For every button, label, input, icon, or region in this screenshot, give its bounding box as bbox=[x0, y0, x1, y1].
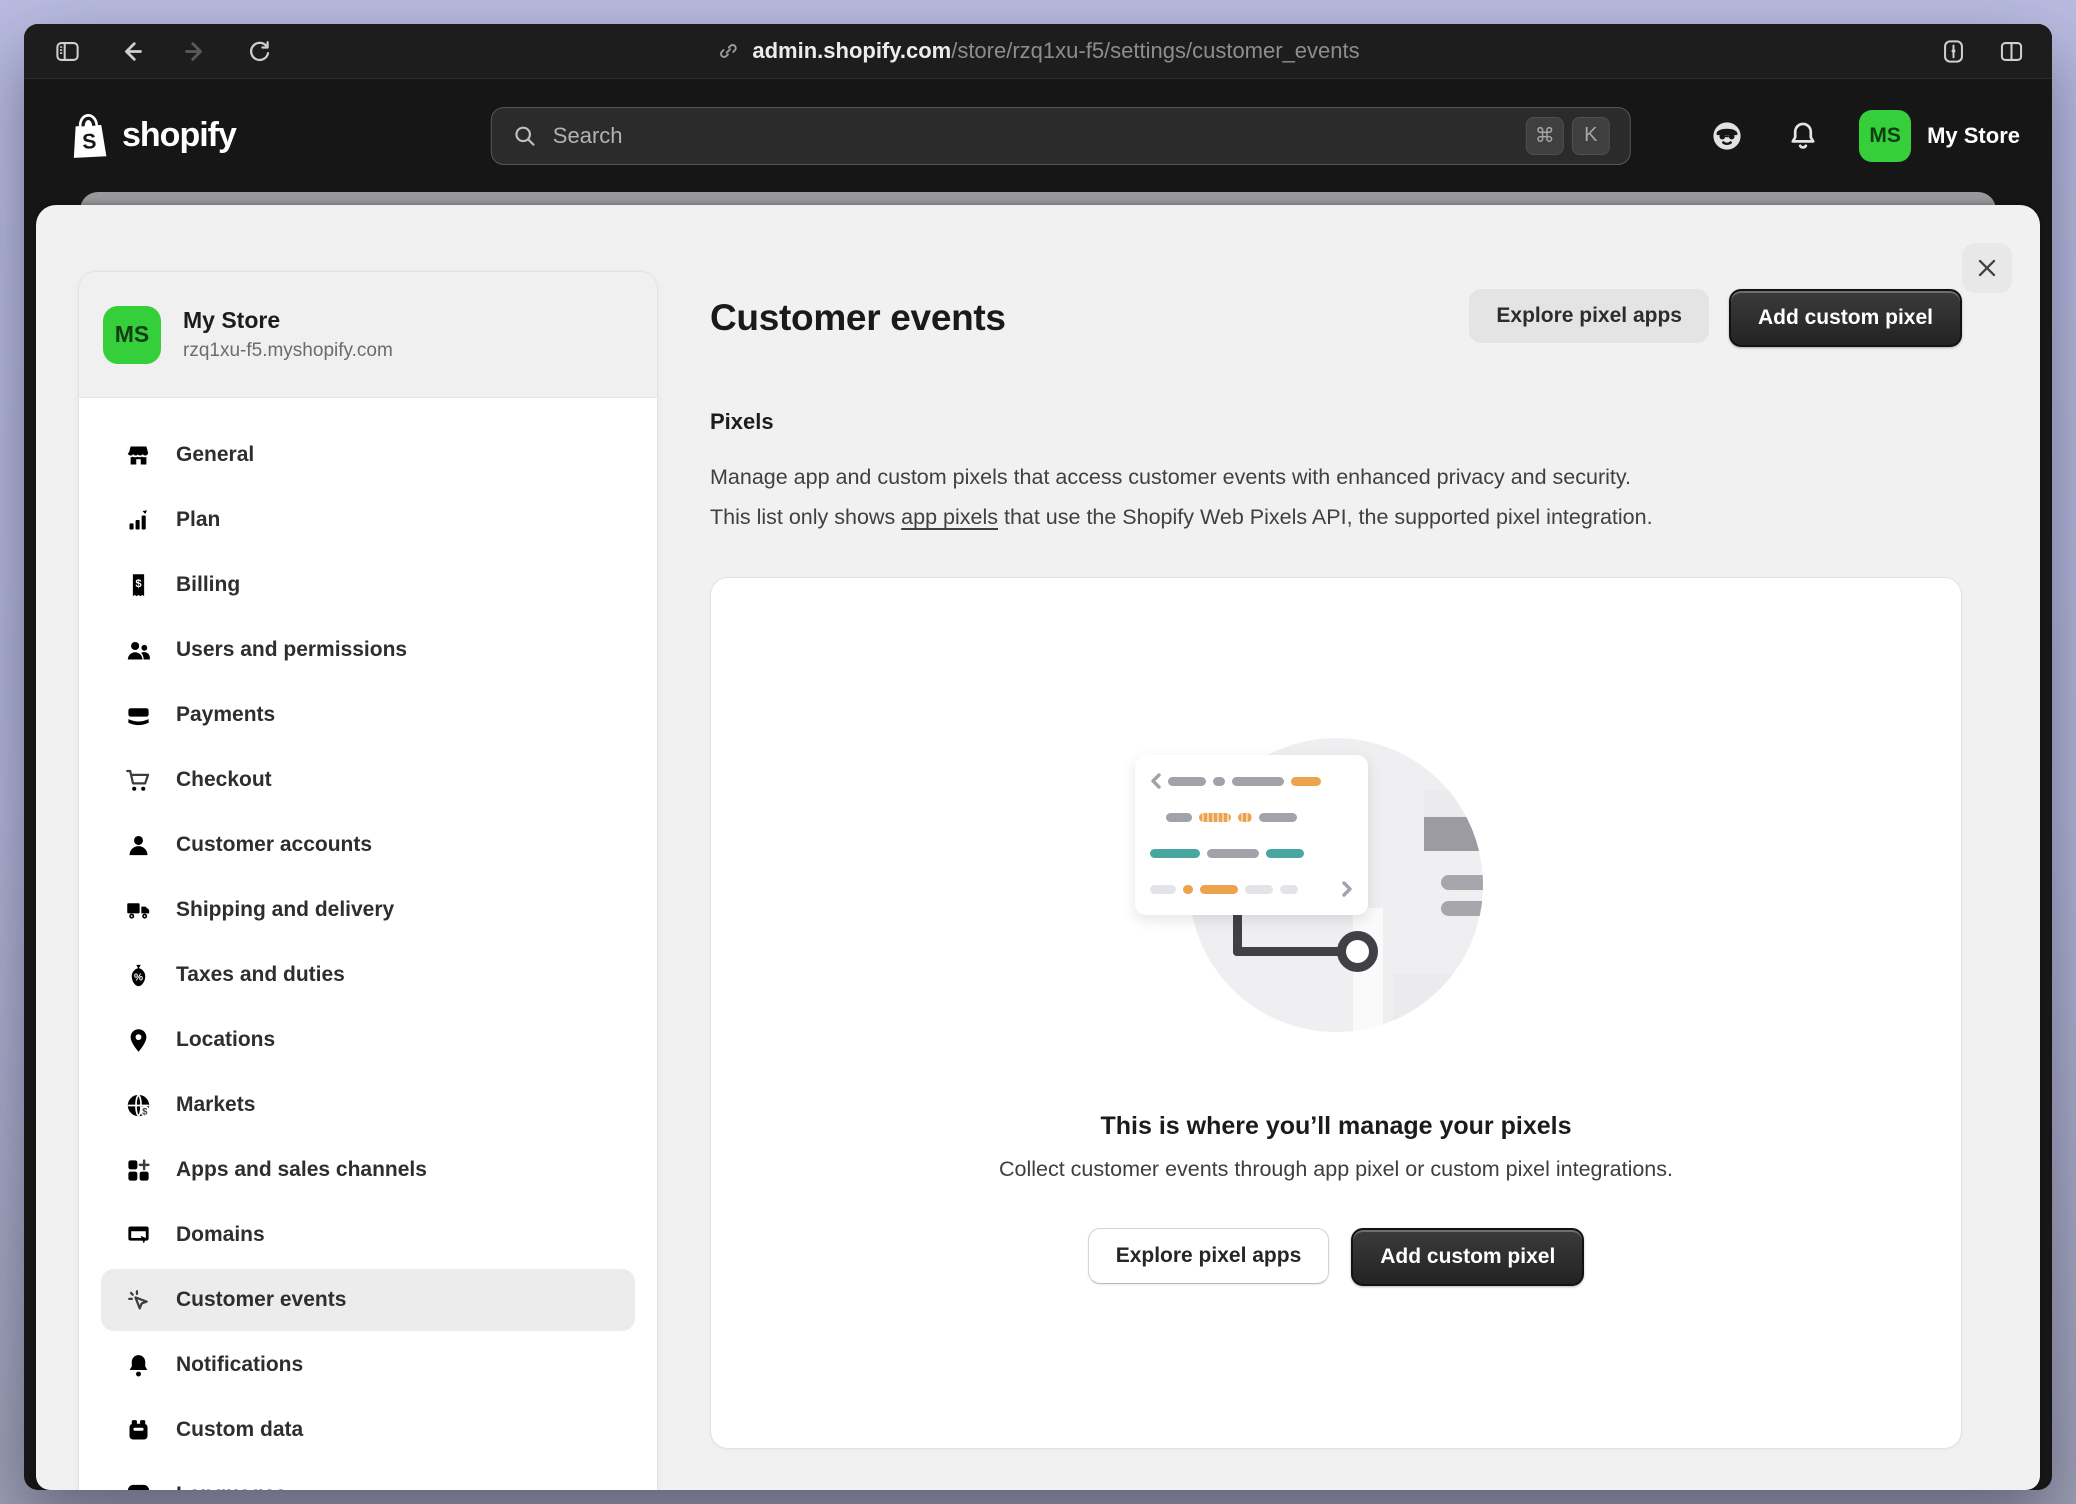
cart-icon bbox=[125, 767, 152, 794]
languages-icon bbox=[125, 1482, 152, 1491]
search-icon bbox=[512, 123, 538, 149]
domains-icon bbox=[125, 1222, 152, 1249]
bell-icon bbox=[1786, 119, 1820, 153]
sidebar-item-shipping-and-delivery[interactable]: Shipping and delivery bbox=[101, 879, 635, 941]
url-path: /store/rzq1xu-f5/settings/customer_event… bbox=[951, 38, 1359, 63]
search-input[interactable]: Search ⌘ K bbox=[491, 107, 1631, 165]
description-line-2-suffix: that use the Shopify Web Pixels API, the… bbox=[998, 505, 1653, 529]
url-host: admin.shopify.com bbox=[752, 38, 951, 63]
users-icon bbox=[125, 637, 152, 664]
explore-pixel-apps-button[interactable]: Explore pixel apps bbox=[1469, 289, 1709, 343]
sidebar-item-payments[interactable]: Payments bbox=[101, 684, 635, 746]
location-icon bbox=[125, 1027, 152, 1054]
chevron-left-icon bbox=[1150, 773, 1161, 789]
back-button[interactable] bbox=[114, 34, 148, 68]
bell-icon bbox=[125, 1352, 152, 1379]
globe-icon bbox=[125, 1092, 152, 1119]
plan-icon bbox=[125, 507, 152, 534]
back-arrow-icon bbox=[118, 38, 145, 65]
admin-header: shopify Search ⌘ K MS My Store bbox=[24, 78, 2052, 192]
store-icon bbox=[125, 442, 152, 469]
sidebar-item-customer-accounts[interactable]: Customer accounts bbox=[101, 814, 635, 876]
sidebar-item-general[interactable]: General bbox=[101, 424, 635, 486]
sidebar-item-markets[interactable]: Markets bbox=[101, 1074, 635, 1136]
cmd-keycap: ⌘ bbox=[1526, 117, 1564, 155]
sidebar-item-languages[interactable]: Languages bbox=[101, 1464, 635, 1490]
sidebar-item-checkout[interactable]: Checkout bbox=[101, 749, 635, 811]
sidebar-item-custom-data[interactable]: Custom data bbox=[101, 1399, 635, 1461]
shopify-logo[interactable]: shopify bbox=[66, 111, 236, 161]
search-shortcut: ⌘ K bbox=[1526, 117, 1610, 155]
payments-icon bbox=[125, 702, 152, 729]
empty-state-subtext: Collect customer events through app pixe… bbox=[999, 1157, 1673, 1182]
split-view-button[interactable] bbox=[1994, 34, 2028, 68]
pixels-description: Manage app and custom pixels that access… bbox=[710, 457, 1962, 537]
page-settings-icon bbox=[1940, 38, 1967, 65]
browser-window: admin.shopify.com/store/rzq1xu-f5/settin… bbox=[24, 24, 2052, 1490]
pixels-section-heading: Pixels bbox=[710, 409, 1962, 435]
sidebar-store-card: MS My Store rzq1xu-f5.myshopify.com bbox=[79, 272, 657, 398]
settings-modal: MS My Store rzq1xu-f5.myshopify.com Gene… bbox=[36, 205, 2040, 1490]
chevron-right-icon bbox=[1342, 881, 1353, 897]
sidebar-item-notifications[interactable]: Notifications bbox=[101, 1334, 635, 1396]
truck-icon bbox=[125, 897, 152, 924]
description-line-1: Manage app and custom pixels that access… bbox=[710, 465, 1631, 489]
sidebar-item-domains[interactable]: Domains bbox=[101, 1204, 635, 1266]
browser-toolbar: admin.shopify.com/store/rzq1xu-f5/settin… bbox=[24, 24, 2052, 78]
close-icon bbox=[1974, 255, 2000, 281]
k-keycap: K bbox=[1572, 117, 1610, 155]
reload-icon bbox=[246, 38, 273, 65]
sidebar-nav-list: General Plan Billing Users and permissio… bbox=[79, 398, 657, 1490]
app-pixels-link[interactable]: app pixels bbox=[901, 505, 998, 529]
shopify-wordmark: shopify bbox=[122, 116, 236, 155]
customer-events-page: Customer events Explore pixel apps Add c… bbox=[710, 289, 1962, 1449]
sidebar-item-customer-events[interactable]: Customer events bbox=[101, 1269, 635, 1331]
store-menu[interactable]: MS My Store bbox=[1859, 110, 2020, 162]
store-avatar: MS bbox=[1859, 110, 1911, 162]
custom-data-icon bbox=[125, 1417, 152, 1444]
explore-pixel-apps-button-empty[interactable]: Explore pixel apps bbox=[1088, 1228, 1330, 1284]
close-button[interactable] bbox=[1962, 243, 2012, 293]
pixels-empty-state-card: This is where you’ll manage your pixels … bbox=[710, 577, 1962, 1449]
add-custom-pixel-button-empty[interactable]: Add custom pixel bbox=[1351, 1228, 1584, 1286]
forward-button[interactable] bbox=[178, 34, 212, 68]
sidekick-icon bbox=[1710, 119, 1744, 153]
code-snippet-card bbox=[1135, 755, 1368, 915]
pixels-empty-illustration bbox=[1106, 738, 1566, 1038]
settings-sidebar: MS My Store rzq1xu-f5.myshopify.com Gene… bbox=[78, 271, 658, 1490]
description-line-2: This list only shows bbox=[710, 505, 901, 529]
split-view-icon bbox=[1998, 38, 2025, 65]
sidebar-toggle-icon bbox=[54, 38, 81, 65]
empty-state-heading: This is where you’ll manage your pixels bbox=[1101, 1112, 1572, 1141]
person-icon bbox=[125, 832, 152, 859]
sidekick-button[interactable] bbox=[1707, 116, 1747, 156]
apps-icon bbox=[125, 1157, 152, 1184]
store-menu-label: My Store bbox=[1927, 123, 2020, 149]
sidebar-item-locations[interactable]: Locations bbox=[101, 1009, 635, 1071]
sidebar-item-billing[interactable]: Billing bbox=[101, 554, 635, 616]
store-domain: rzq1xu-f5.myshopify.com bbox=[183, 340, 393, 362]
page-settings-button[interactable] bbox=[1936, 34, 1970, 68]
address-bar[interactable]: admin.shopify.com/store/rzq1xu-f5/settin… bbox=[716, 38, 1359, 64]
notifications-button[interactable] bbox=[1783, 116, 1823, 156]
link-icon bbox=[716, 39, 740, 63]
search-placeholder: Search bbox=[553, 123, 623, 149]
forward-arrow-icon bbox=[182, 38, 209, 65]
sidebar-item-taxes-and-duties[interactable]: Taxes and duties bbox=[101, 944, 635, 1006]
billing-icon bbox=[125, 572, 152, 599]
sidebar-item-users-and-permissions[interactable]: Users and permissions bbox=[101, 619, 635, 681]
page-title: Customer events bbox=[710, 297, 1006, 339]
sidebar-item-apps-and-sales-channels[interactable]: Apps and sales channels bbox=[101, 1139, 635, 1201]
sidebar-item-plan[interactable]: Plan bbox=[101, 489, 635, 551]
shopify-bag-icon bbox=[65, 109, 114, 161]
taxes-icon bbox=[125, 962, 152, 989]
reload-button[interactable] bbox=[242, 34, 276, 68]
customer-events-icon bbox=[125, 1287, 152, 1314]
store-avatar: MS bbox=[103, 306, 161, 364]
add-custom-pixel-button[interactable]: Add custom pixel bbox=[1729, 289, 1962, 347]
store-name: My Store bbox=[183, 307, 393, 334]
sidebar-toggle-button[interactable] bbox=[50, 34, 84, 68]
